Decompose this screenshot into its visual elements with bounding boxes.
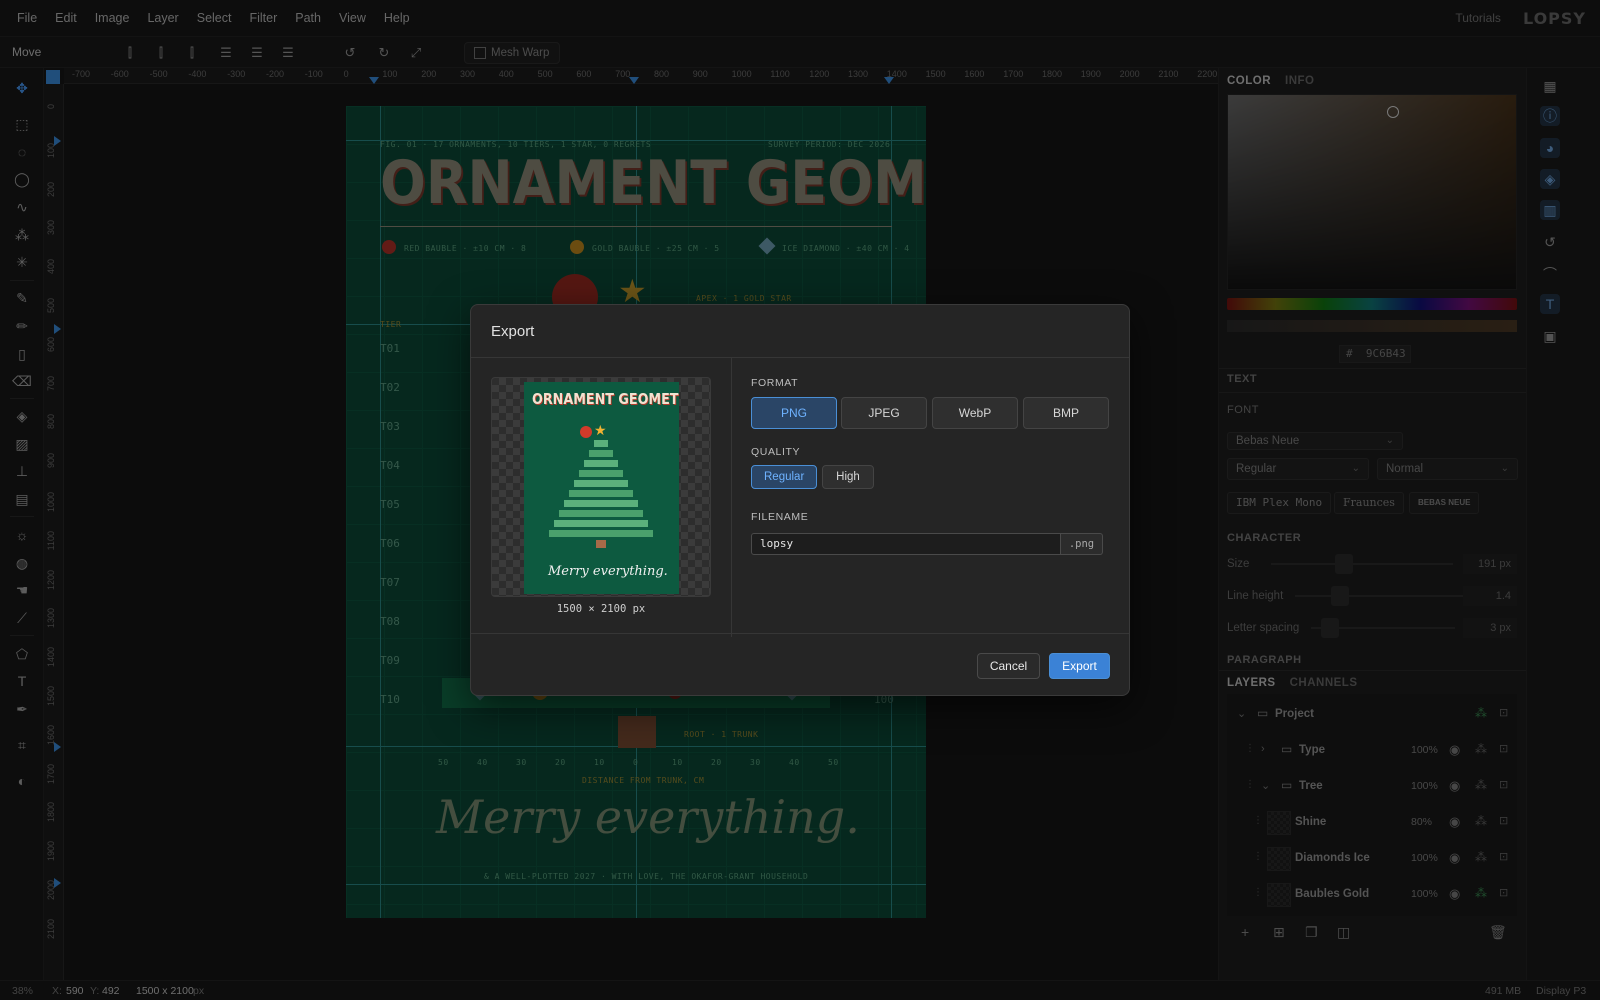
- preview-trunk: [596, 540, 606, 548]
- preview-title: ORNAMENT GEOMETRY: [532, 390, 679, 408]
- preview-tree-tier: [589, 450, 613, 457]
- format-bmp-button[interactable]: BMP: [1023, 397, 1109, 429]
- export-dimensions: 1500 × 2100 px: [556, 603, 646, 615]
- preview-bauble: [580, 426, 592, 438]
- format-png-button[interactable]: PNG: [751, 397, 837, 429]
- preview-tree-tier: [594, 440, 608, 447]
- dialog-title: Export: [491, 323, 535, 340]
- export-button[interactable]: Export: [1049, 653, 1110, 679]
- preview-tree-tier: [569, 490, 633, 497]
- preview-greeting: Merry everything.: [548, 564, 668, 579]
- filename-extension: .png: [1061, 533, 1103, 555]
- cancel-button[interactable]: Cancel: [977, 653, 1040, 679]
- filename-input[interactable]: lopsy: [751, 533, 1061, 555]
- format-jpeg-button[interactable]: JPEG: [841, 397, 927, 429]
- export-dialog: Export ORNAMENT GEOMETRY ★ Merry everyth…: [470, 304, 1130, 696]
- format-label: FORMAT: [751, 377, 799, 389]
- dialog-divider: [471, 633, 1129, 634]
- preview-poster: ORNAMENT GEOMETRY ★ Merry everything.: [524, 382, 679, 594]
- preview-star-icon: ★: [594, 422, 607, 438]
- quality-regular-button[interactable]: Regular: [751, 465, 817, 489]
- export-preview: ORNAMENT GEOMETRY ★ Merry everything.: [491, 377, 711, 597]
- dialog-divider: [471, 357, 1129, 358]
- preview-tree-tier: [564, 500, 638, 507]
- quality-label: QUALITY: [751, 446, 801, 458]
- preview-tree-tier: [574, 480, 628, 487]
- quality-high-button[interactable]: High: [822, 465, 874, 489]
- dialog-divider: [731, 357, 732, 637]
- preview-tree-tier: [549, 530, 653, 537]
- preview-tree-tier: [579, 470, 623, 477]
- preview-tree-tier: [584, 460, 618, 467]
- filename-label: FILENAME: [751, 511, 809, 523]
- format-webp-button[interactable]: WebP: [932, 397, 1018, 429]
- preview-tree-tier: [559, 510, 643, 517]
- preview-tree-tier: [554, 520, 648, 527]
